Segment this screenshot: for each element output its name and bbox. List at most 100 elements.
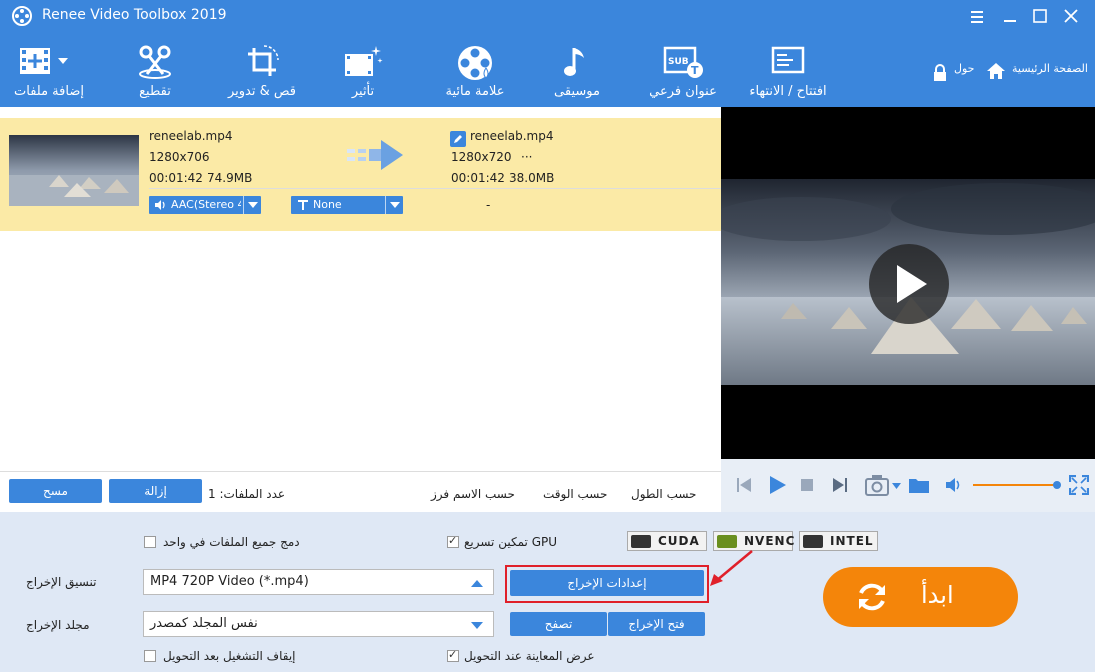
next-icon[interactable] [832, 477, 848, 493]
gpu-accel-label: تمكين تسريع GPU [464, 535, 558, 549]
video-thumbnail [9, 135, 139, 206]
previous-icon[interactable] [736, 477, 752, 493]
close-icon[interactable] [1061, 6, 1081, 26]
source-filename: reneelab.mp4 [149, 129, 233, 143]
output-duration: 00:01:42 [451, 171, 505, 185]
chevron-down-icon [243, 196, 261, 214]
audio-track-dropdown[interactable]: AAC(Stereo 4 [149, 196, 261, 214]
music-label: موسيقى [554, 84, 600, 99]
sort-by-time-link[interactable]: حسب الوقت [543, 487, 607, 501]
audio-track-value: AAC(Stereo 4 [171, 198, 241, 211]
trim-label: تقطيع [139, 84, 171, 99]
fullscreen-icon[interactable] [1069, 475, 1089, 495]
scissors-icon [139, 45, 171, 79]
subtitle-track-value: None [313, 198, 342, 211]
crop-rotate-button[interactable]: قص & تدوير [226, 32, 298, 107]
row-divider [149, 188, 721, 189]
output-folder-label: مجلد الإخراج [26, 618, 90, 632]
opening-ending-button[interactable]: افتتاح / الانتهاء [744, 32, 832, 107]
merge-all-checkbox[interactable] [144, 536, 156, 548]
svg-text:T: T [691, 64, 699, 77]
maximize-icon[interactable] [1030, 6, 1050, 26]
effect-icon [345, 46, 383, 76]
preview-on-convert-checkbox[interactable] [447, 648, 459, 662]
subtitle-icon: SUB T [663, 46, 703, 78]
stop-after-checkbox[interactable] [144, 650, 156, 662]
stop-after-label: إيقاف التشغيل بعد التحويل [163, 649, 296, 663]
trim-button[interactable]: تقطيع [120, 32, 190, 107]
output-folder-value: نفس المجلد كمصدر [150, 616, 258, 631]
cuda-badge: CUDA [627, 531, 707, 551]
remove-button[interactable]: إزالة [109, 479, 202, 503]
more-options[interactable]: ··· [521, 150, 532, 164]
start-label: ابدأ [921, 581, 954, 609]
crop-rotate-icon [248, 45, 279, 76]
volume-icon[interactable] [945, 477, 963, 493]
effect-button[interactable]: تأثير [330, 32, 396, 107]
sort-by-name-link[interactable]: حسب الاسم فرز [431, 487, 515, 501]
subtitle-label: عنوان فرعي [649, 84, 717, 99]
subtitle-button[interactable]: SUB T عنوان فرعي [644, 32, 722, 107]
output-format-select[interactable]: MP4 720P Video (*.mp4) [143, 569, 494, 595]
title-bar: Renee Video Toolbox 2019 [0, 0, 1095, 32]
browse-button[interactable]: تصفح [510, 612, 607, 636]
add-files-button[interactable]: إضافة ملفات [8, 32, 90, 107]
refresh-icon [859, 583, 885, 611]
output-folder-select[interactable]: نفس المجلد كمصدر [143, 611, 494, 637]
source-resolution: 1280x706 [149, 150, 210, 164]
open-output-button[interactable]: فتح الإخراج [608, 612, 705, 636]
source-size: 74.9MB [207, 171, 253, 185]
output-format-value: MP4 720P Video (*.mp4) [150, 574, 309, 589]
sort-by-length-link[interactable]: حسب الطول [631, 487, 696, 501]
chevron-up-icon [471, 580, 483, 587]
subtitle-track-dropdown[interactable]: None [291, 196, 403, 214]
add-files-label: إضافة ملفات [14, 84, 84, 99]
folder-icon[interactable] [908, 476, 930, 494]
preview-on-convert-label: عرض المعاينة عند التحويل [464, 649, 595, 663]
intel-icon [803, 535, 823, 548]
home-link[interactable]: الصفحة الرئيسية [1012, 62, 1088, 75]
output-dash: - [486, 198, 491, 212]
list-controls-bar: مسح إزالة عدد الملفات: 1 حسب الاسم فرز ح… [0, 471, 721, 512]
watermark-label: علامة مائية [445, 84, 505, 99]
app-logo-icon [12, 6, 32, 26]
file-list: reneelab.mp4 1280x706 00:01:42 74.9MB re… [0, 107, 721, 471]
volume-slider[interactable] [973, 481, 1061, 489]
crop-rotate-label: قص & تدوير [227, 84, 297, 99]
convert-arrow-icon [347, 140, 403, 170]
merge-all-label: دمج جميع الملفات في واحد [163, 535, 300, 549]
chevron-down-icon [471, 622, 483, 629]
camera-icon[interactable] [865, 474, 889, 496]
chevron-down-icon[interactable] [892, 483, 901, 489]
player-controls [721, 459, 1095, 512]
volume-knob[interactable] [1053, 481, 1061, 489]
main-toolbar: إضافة ملفات تقطيع قص & تدوير تأثير علامة… [0, 32, 1095, 107]
effect-label: تأثير [351, 84, 375, 99]
gpu-accel-checkbox[interactable] [447, 534, 459, 548]
text-t-icon [298, 200, 308, 210]
preview-frame [721, 179, 1095, 385]
minimize-icon[interactable] [1000, 6, 1020, 26]
stop-icon[interactable] [801, 479, 813, 491]
music-icon [564, 48, 584, 76]
play-icon[interactable] [767, 475, 787, 495]
chevron-down-icon [385, 196, 403, 214]
clear-button[interactable]: مسح [9, 479, 102, 503]
video-preview[interactable] [721, 107, 1095, 459]
music-button[interactable]: موسيقى [546, 32, 608, 107]
edit-icon[interactable] [450, 131, 466, 147]
start-button[interactable]: ابدأ [823, 567, 1018, 627]
file-count: عدد الملفات: 1 [208, 487, 286, 501]
watermark-button[interactable]: علامة مائية [436, 32, 514, 107]
file-row[interactable]: reneelab.mp4 1280x706 00:01:42 74.9MB re… [0, 118, 721, 231]
lock-icon[interactable] [932, 64, 948, 82]
output-settings-button[interactable]: إعدادات الإخراج [510, 570, 704, 596]
volume-fill [973, 484, 1057, 486]
about-link[interactable]: حول [954, 62, 974, 75]
output-filename: reneelab.mp4 [470, 129, 554, 143]
source-duration: 00:01:42 [149, 171, 203, 185]
menu-icon[interactable] [967, 6, 987, 26]
home-icon[interactable] [986, 62, 1006, 80]
svg-text:SUB: SUB [668, 57, 689, 67]
output-format-label: تنسيق الإخراج [26, 575, 97, 589]
